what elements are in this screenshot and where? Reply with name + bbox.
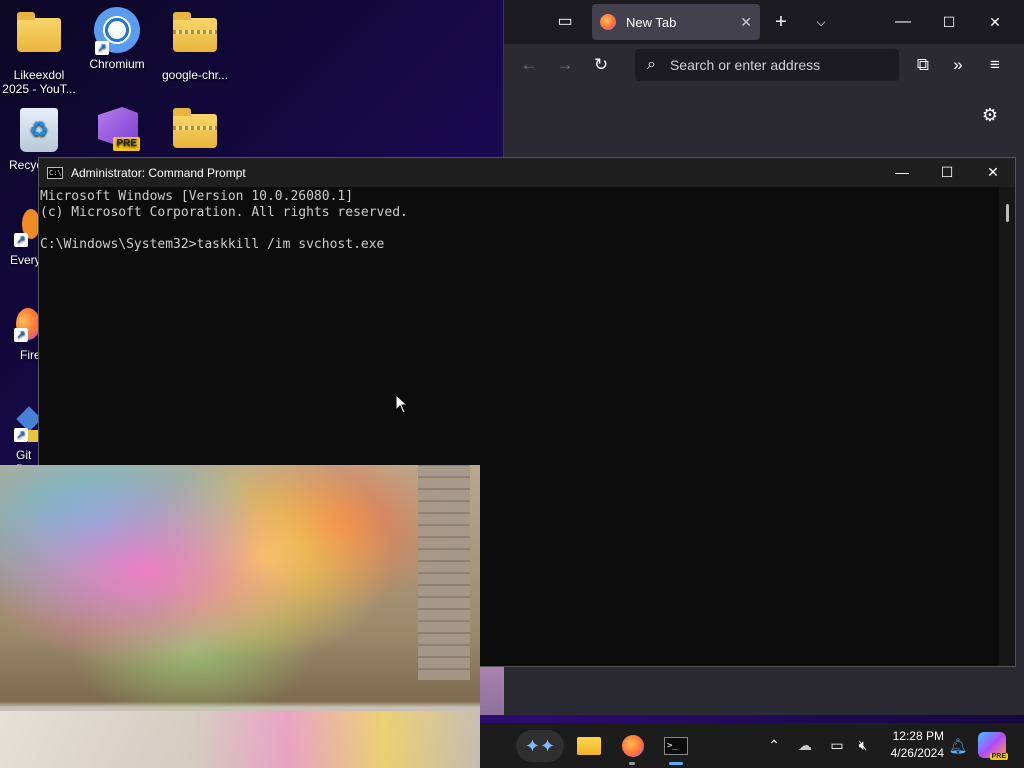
firefox-tab-bar: ▭ New Tab ✕ + ⌵ — ☐ ✕ [504,0,1024,44]
extensions-icon[interactable]: ⧉ [911,53,935,77]
preview-badge: PRE [113,137,140,151]
console-line: Microsoft Windows [Version 10.0.26080.1] [40,189,354,204]
cmd-window-title: Administrator: Command Prompt [71,165,246,180]
brick-wall-region [418,465,470,680]
address-placeholder: Search or enter address [669,57,821,73]
console-line: (c) Microsoft Corporation. All rights re… [40,205,408,220]
shortcut-arrow-icon: ↗ [14,428,28,442]
clock-date: 4/26/2024 [890,746,944,760]
copilot-preview-icon[interactable]: PRE [978,732,1008,760]
clock-time: 12:28 PM [892,729,944,743]
desktop-icon-label: google-chr... [161,68,229,82]
reload-icon[interactable]: ↻ [589,53,613,77]
desktop-icon-google-chrome-zip[interactable]: google-chr... [156,10,234,82]
list-all-tabs-chevron-icon[interactable]: ⌵ [809,10,833,34]
taskbar: ✦✦ >_ ⌃ ☁ ▭ 🔇︎ 12:28 PM 4/26/2024 🔔︎ PRE [480,723,1024,768]
new-tab-icon[interactable]: + [769,10,793,34]
mouse-cursor-icon [395,394,409,414]
preview-badge: PRE [989,753,1008,760]
desktop-icon-firefox[interactable]: ↗ Fire [0,304,41,362]
desktop-icon-likeexdol-folder[interactable]: Likeexdol 2025 - YouT... [0,10,78,96]
copilot-sparkle-icon[interactable]: ✦✦ [516,730,564,762]
active-app-indicator [669,762,683,765]
overflow-chevron-icon[interactable]: » [946,53,970,77]
blurred-photo-overlay [0,465,480,768]
tab-new-tab[interactable]: New Tab ✕ [592,4,760,40]
cmd-scrollbar-thumb[interactable] [1006,204,1009,222]
taskbar-left-gap [480,667,504,715]
volume-muted-icon[interactable]: 🔇︎ [852,723,874,768]
onedrive-offline-icon[interactable]: ☁ [794,723,816,768]
shortcut-arrow-icon: ↗ [95,41,109,55]
menu-hamburger-icon[interactable]: ≡ [983,53,1007,77]
desktop-icon-label: Every [10,253,41,267]
display-icon[interactable]: ▭ [826,723,848,768]
maximize-icon[interactable]: ☐ [924,158,970,187]
console-line-command: C:\Windows\System32>taskkill /im svchost… [40,237,385,252]
address-bar[interactable]: ⌕ Search or enter address [635,49,899,81]
zip-folder-icon [171,108,219,162]
chromium-icon: ↗ [93,7,141,55]
desktop-icon-chromium[interactable]: ↗ Chromium [78,6,156,71]
cmd-console-output[interactable]: Microsoft Windows [Version 10.0.26080.1]… [39,187,1015,253]
firefox-icon: ↗ [0,304,40,346]
show-hidden-icons-chevron-icon[interactable]: ⌃ [764,723,784,768]
desktop-icon-label: Likeexdol 2025 - YouT... [2,68,76,96]
everything-search-icon: ↗ [0,205,40,251]
desktop-icon-label: Fire [20,348,41,362]
taskbar-clock[interactable]: 12:28 PM 4/26/2024 [880,728,944,762]
firefox-logo-icon [600,14,616,30]
desktop-icon-visual-studio-preview[interactable]: PRE [78,104,156,155]
back-arrow-icon[interactable]: ← [517,53,541,77]
file-explorer-icon[interactable] [574,723,604,768]
desktop-icon-zip-folder[interactable] [156,106,234,164]
cmd-app-icon: C:\ [47,166,63,179]
desktop-icon-label: Chromium [89,57,145,71]
search-icon: ⌕ [647,56,656,73]
minimize-icon[interactable]: — [891,10,915,34]
visual-studio-preview-icon: PRE [93,105,141,153]
maximize-icon[interactable]: ☐ [937,10,961,34]
close-tab-icon[interactable]: ✕ [740,14,752,31]
photo-lower-strip [0,711,480,768]
git-bash-icon: ↗ [0,400,42,446]
running-indicator [629,762,635,765]
cmd-title-bar[interactable]: C:\ Administrator: Command Prompt — ☐ ✕ [39,158,1015,187]
notification-bell-icon[interactable]: 🔔︎ [948,723,968,768]
folder-icon [15,12,63,66]
shortcut-arrow-icon: ↗ [14,328,28,342]
close-window-icon[interactable]: ✕ [970,158,1016,187]
firefox-nav-bar: ← → ↻ ⌕ Search or enter address ⧉ » ≡ [504,44,1024,86]
firefox-view-icon[interactable]: ▭ [553,10,577,34]
cmd-scrollbar-track[interactable] [999,187,1015,666]
zip-folder-icon [171,12,219,66]
minimize-icon[interactable]: — [879,158,925,187]
forward-arrow-icon[interactable]: → [553,53,577,77]
gear-icon[interactable]: ⚙ [982,105,998,126]
close-window-icon[interactable]: ✕ [983,10,1007,34]
tab-label: New Tab [626,14,677,30]
shortcut-arrow-icon: ↗ [14,233,28,247]
desktop-icon-everything[interactable]: ↗ Every [0,205,41,267]
recycle-bin-icon: ♻ [15,108,63,156]
